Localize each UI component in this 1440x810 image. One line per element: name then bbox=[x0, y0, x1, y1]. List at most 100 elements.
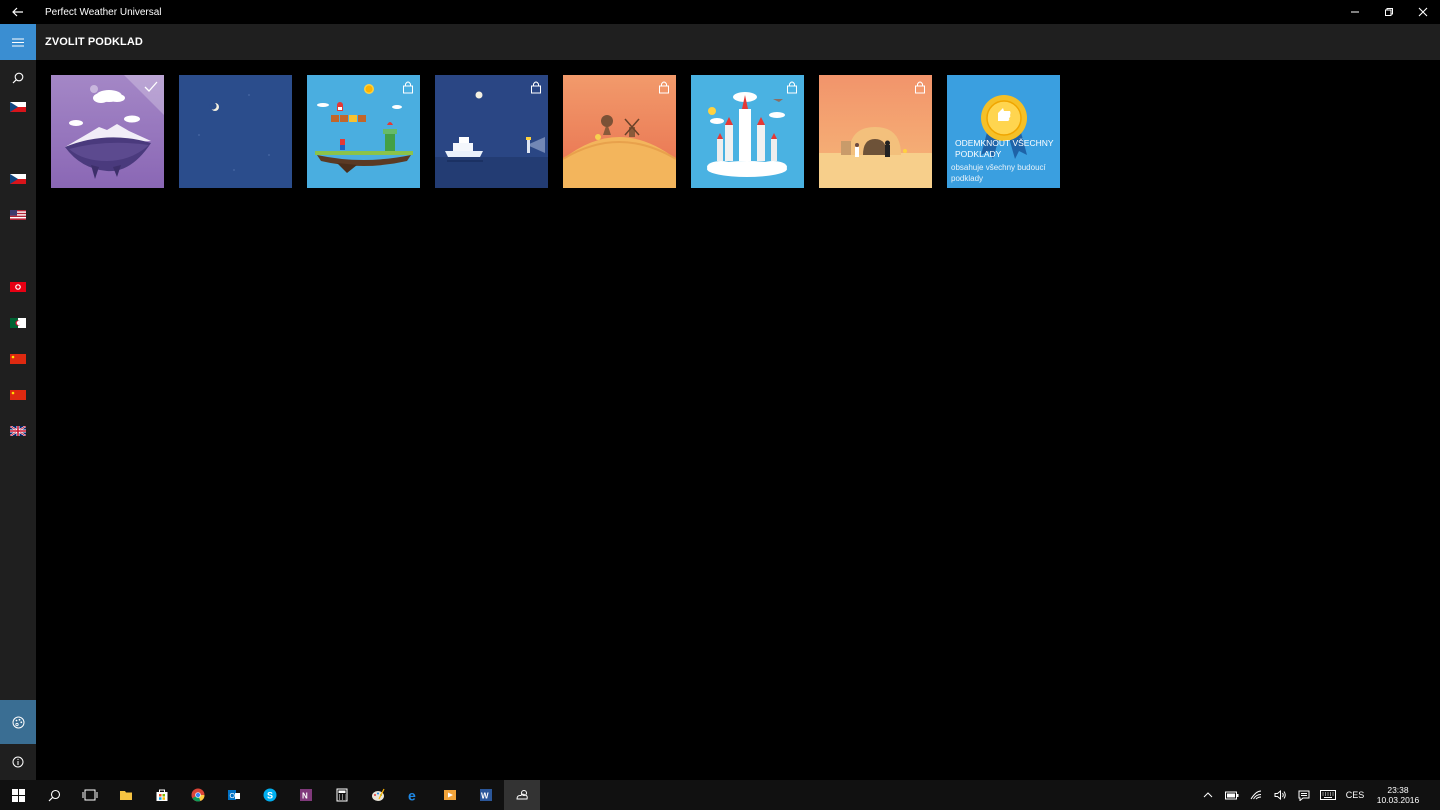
hamburger-menu-button[interactable] bbox=[0, 24, 36, 60]
svg-text:W: W bbox=[481, 792, 489, 801]
china-flag-icon bbox=[10, 390, 26, 400]
onenote-icon: N bbox=[300, 789, 312, 801]
sidebar-location-china[interactable] bbox=[0, 347, 36, 371]
task-view-button[interactable] bbox=[72, 780, 108, 810]
wifi-icon bbox=[1250, 790, 1262, 800]
word-button[interactable]: W bbox=[468, 780, 504, 810]
battery-button[interactable] bbox=[1220, 780, 1244, 810]
sidebar-location-china-2[interactable] bbox=[0, 383, 36, 407]
windows-logo-icon bbox=[11, 788, 25, 802]
page-title: ZVOLIT PODKLAD bbox=[45, 36, 143, 48]
algeria-flag-icon bbox=[10, 318, 26, 328]
background-tile-platformer[interactable] bbox=[307, 75, 420, 188]
background-settings-button[interactable] bbox=[0, 700, 36, 744]
background-tile-night-sea[interactable] bbox=[435, 75, 548, 188]
checkmark-icon bbox=[144, 81, 158, 92]
sidebar bbox=[0, 24, 36, 780]
restore-button[interactable] bbox=[1372, 0, 1406, 24]
onenote-button[interactable]: N bbox=[288, 780, 324, 810]
sidebar-location-algeria[interactable] bbox=[0, 311, 36, 335]
lock-icon bbox=[787, 81, 797, 94]
minimize-button[interactable] bbox=[1338, 0, 1372, 24]
hamburger-icon bbox=[12, 38, 24, 46]
input-language-button[interactable]: CES bbox=[1340, 780, 1370, 810]
weather-app-button[interactable] bbox=[504, 780, 540, 810]
edge-button[interactable]: e bbox=[396, 780, 432, 810]
uk-flag-icon bbox=[10, 426, 26, 436]
outlook-button[interactable]: O bbox=[216, 780, 252, 810]
windows-taskbar: O S N e W CES 23:38 10.03.2016 bbox=[0, 780, 1440, 810]
about-button[interactable] bbox=[0, 750, 36, 774]
background-tile-desert-windmill[interactable] bbox=[563, 75, 676, 188]
store-bag-icon bbox=[156, 789, 168, 801]
keyboard-icon bbox=[1320, 790, 1336, 800]
taskbar-search-button[interactable] bbox=[36, 780, 72, 810]
show-desktop-button[interactable] bbox=[1426, 780, 1440, 810]
night-sky-illustration bbox=[198, 94, 270, 171]
unlock-all-title-line-1: ODEMKNOUT VŠECHNY bbox=[955, 138, 1054, 148]
sidebar-location-uk[interactable] bbox=[0, 419, 36, 443]
start-button[interactable] bbox=[0, 780, 36, 810]
background-tile-desert-hut[interactable] bbox=[819, 75, 932, 188]
volume-icon bbox=[1274, 790, 1286, 800]
unlock-all-backgrounds-tile[interactable]: ODEMKNOUT VŠECHNY PODKLADY obsahuje všec… bbox=[947, 75, 1060, 188]
network-button[interactable] bbox=[1244, 780, 1268, 810]
back-button[interactable] bbox=[0, 0, 36, 24]
clock-button[interactable]: 23:38 10.03.2016 bbox=[1370, 780, 1426, 810]
lock-icon bbox=[659, 81, 669, 94]
show-hidden-icons-button[interactable] bbox=[1196, 780, 1220, 810]
lock-icon bbox=[531, 81, 541, 94]
calculator-icon bbox=[336, 788, 348, 802]
edge-icon: e bbox=[408, 788, 416, 802]
skype-icon: S bbox=[263, 788, 277, 802]
minimize-icon bbox=[1351, 11, 1359, 13]
paint-button[interactable] bbox=[360, 780, 396, 810]
back-arrow-icon bbox=[12, 7, 23, 17]
store-button[interactable] bbox=[144, 780, 180, 810]
sidebar-location-usa[interactable] bbox=[0, 203, 36, 227]
china-flag-icon bbox=[10, 354, 26, 364]
notification-icon bbox=[1298, 790, 1310, 801]
file-explorer-button[interactable] bbox=[108, 780, 144, 810]
info-icon bbox=[12, 756, 24, 768]
chrome-icon bbox=[191, 788, 205, 802]
lock-icon bbox=[915, 81, 925, 94]
palette-icon bbox=[12, 716, 24, 728]
calculator-button[interactable] bbox=[324, 780, 360, 810]
unlock-all-title: ODEMKNOUT VŠECHNY PODKLADY bbox=[955, 138, 1055, 160]
search-icon bbox=[48, 789, 60, 801]
paint-palette-icon bbox=[372, 788, 385, 801]
close-button[interactable] bbox=[1406, 0, 1440, 24]
skype-button[interactable]: S bbox=[252, 780, 288, 810]
volume-button[interactable] bbox=[1268, 780, 1292, 810]
action-center-button[interactable] bbox=[1292, 780, 1316, 810]
background-tile-floating-island[interactable] bbox=[51, 75, 164, 188]
chrome-button[interactable] bbox=[180, 780, 216, 810]
search-icon bbox=[12, 72, 24, 84]
window-title: Perfect Weather Universal bbox=[45, 6, 162, 18]
sidebar-location-tunisia[interactable] bbox=[0, 275, 36, 299]
video-player-button[interactable] bbox=[432, 780, 468, 810]
restore-icon bbox=[1385, 8, 1393, 16]
usa-flag-icon bbox=[10, 210, 26, 220]
search-button[interactable] bbox=[0, 66, 36, 90]
czech-flag-icon bbox=[10, 102, 26, 112]
task-view-icon bbox=[82, 789, 98, 801]
close-icon bbox=[1418, 7, 1428, 17]
weather-app-icon bbox=[516, 790, 528, 800]
folder-icon bbox=[120, 791, 132, 800]
background-tile-night-sky[interactable] bbox=[179, 75, 292, 188]
tunisia-flag-icon bbox=[10, 282, 26, 292]
system-tray: CES 23:38 10.03.2016 bbox=[1196, 780, 1440, 810]
word-icon: W bbox=[480, 789, 492, 801]
background-tile-castle[interactable] bbox=[691, 75, 804, 188]
sidebar-location-czech[interactable] bbox=[0, 95, 36, 119]
svg-text:N: N bbox=[302, 792, 308, 801]
svg-text:O: O bbox=[230, 793, 236, 800]
lock-icon bbox=[403, 81, 413, 94]
unlock-all-title-line-2: PODKLADY bbox=[955, 149, 1002, 159]
touch-keyboard-button[interactable] bbox=[1316, 780, 1340, 810]
background-grid: ODEMKNOUT VŠECHNY PODKLADY obsahuje všec… bbox=[51, 75, 1060, 188]
sidebar-location-czech-2[interactable] bbox=[0, 167, 36, 191]
unlock-all-subtitle: obsahuje všechny budoucí podklady bbox=[951, 163, 1046, 183]
